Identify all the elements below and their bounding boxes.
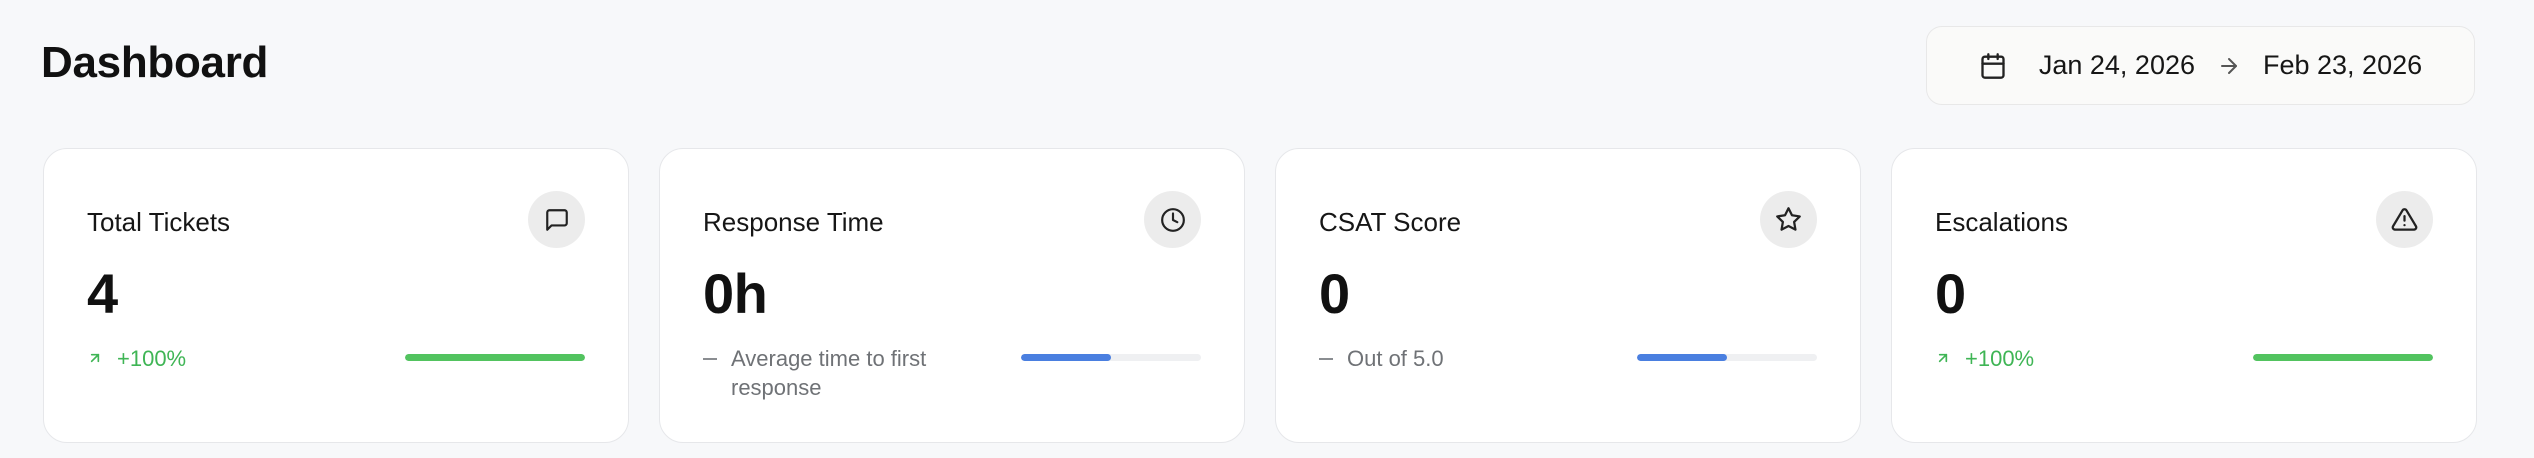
progress-bar-fill bbox=[405, 354, 585, 361]
stat-card-response-time: Response Time 0h Average time to first r… bbox=[659, 148, 1245, 443]
minus-icon bbox=[1319, 358, 1333, 360]
progress-bar bbox=[1637, 354, 1817, 361]
date-range-end: Feb 23, 2026 bbox=[2263, 50, 2423, 80]
stats-cards: Total Tickets 4 +100% Response Time 0h A… bbox=[43, 148, 2477, 443]
star-icon bbox=[1760, 191, 1817, 248]
card-subtext: +100% bbox=[1935, 344, 2034, 373]
card-value: 0 bbox=[1935, 262, 1966, 325]
progress-bar-fill bbox=[1637, 354, 1727, 361]
message-square-icon bbox=[528, 191, 585, 248]
card-value: 0h bbox=[703, 262, 768, 325]
stat-card-total-tickets: Total Tickets 4 +100% bbox=[43, 148, 629, 443]
subtext: Out of 5.0 bbox=[1347, 346, 1444, 371]
stat-card-csat-score: CSAT Score 0 Out of 5.0 bbox=[1275, 148, 1861, 443]
date-range-start: Jan 24, 2026 bbox=[2038, 50, 2195, 80]
stat-card-escalations: Escalations 0 +100% bbox=[1891, 148, 2477, 443]
progress-bar-fill bbox=[2253, 354, 2433, 361]
minus-icon bbox=[703, 358, 717, 360]
progress-bar bbox=[1021, 354, 1201, 361]
card-subtext: Average time to first response bbox=[703, 344, 993, 402]
card-value: 0 bbox=[1319, 262, 1350, 325]
clock-icon bbox=[1144, 191, 1201, 248]
subtext: Average time to first response bbox=[731, 346, 927, 400]
progress-bar-fill bbox=[1021, 354, 1111, 361]
card-label: Total Tickets bbox=[87, 207, 231, 237]
card-label: Escalations bbox=[1935, 207, 2068, 237]
date-range-picker[interactable]: Jan 24, 2026 Feb 23, 2026 bbox=[1926, 26, 2475, 105]
page-title: Dashboard bbox=[41, 38, 269, 87]
calendar-icon bbox=[1981, 52, 2005, 79]
dashboard-page: Dashboard Jan 24, 2026 Feb 23, 2026 Tota… bbox=[0, 0, 2534, 458]
trend-up-icon bbox=[90, 353, 100, 363]
card-subtext: +100% bbox=[87, 344, 186, 373]
trend-text: +100% bbox=[117, 346, 187, 371]
card-subtext: Out of 5.0 bbox=[1319, 344, 1444, 373]
trend-text: +100% bbox=[1965, 346, 2035, 371]
arrow-right-icon bbox=[2221, 57, 2237, 74]
alert-triangle-icon bbox=[2376, 191, 2433, 248]
trend-up-icon bbox=[1938, 353, 1948, 363]
card-value: 4 bbox=[87, 262, 118, 325]
progress-bar bbox=[2253, 354, 2433, 361]
card-label: Response Time bbox=[703, 207, 884, 237]
progress-bar bbox=[405, 354, 585, 361]
card-label: CSAT Score bbox=[1319, 207, 1462, 237]
